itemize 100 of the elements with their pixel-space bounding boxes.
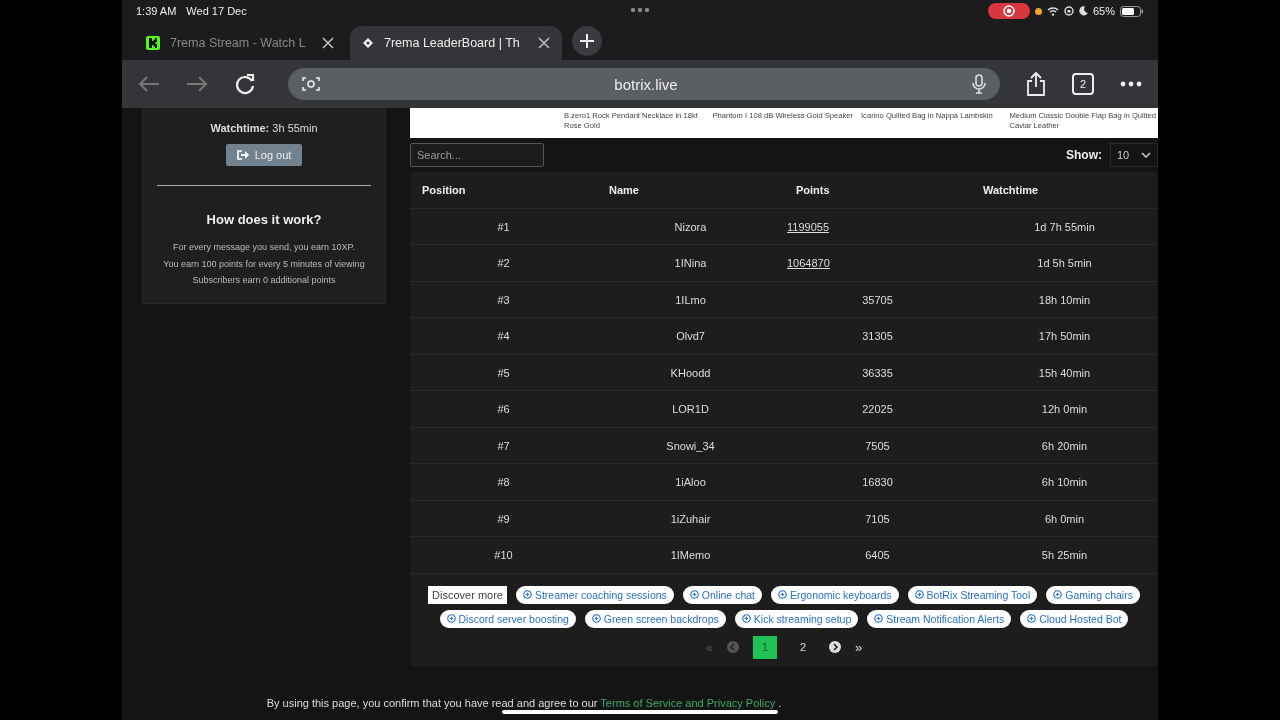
sign-out-icon [236, 150, 249, 160]
table-cell-text: 5h 25min [1040, 549, 1089, 561]
topic-chip[interactable]: Ergonomic keyboards [771, 585, 899, 604]
table-cell: 36335 [862, 366, 893, 379]
moon-icon [1078, 6, 1088, 16]
table-cell-text: #3 [496, 293, 511, 306]
last-page-button[interactable]: » [855, 639, 863, 655]
table-cell: 22025 [862, 403, 893, 415]
discover-more-label: Discover more [428, 585, 507, 604]
table-cell-text: 6h 0min [1043, 512, 1086, 525]
tab-title: 7rema LeaderBoard | Th [384, 36, 521, 50]
orientation-lock-icon [1063, 6, 1074, 16]
table-cell-text: #4 [496, 330, 511, 342]
chevron-down-icon [1141, 152, 1151, 159]
table-cell-text: 1INina [673, 257, 708, 269]
site-favicon-icon [362, 37, 374, 49]
plus-circle-icon [1027, 614, 1037, 624]
logout-button[interactable]: Log out [225, 144, 303, 166]
plus-circle-icon [741, 614, 751, 624]
plus-circle-icon [778, 590, 787, 600]
plus-circle-icon [446, 614, 456, 624]
reload-icon[interactable] [234, 73, 256, 95]
column-header: Position [421, 184, 467, 196]
table-cell-text: LOR1D [671, 403, 710, 415]
back-icon[interactable] [138, 75, 160, 93]
topic-chip[interactable]: Online chat [682, 585, 762, 604]
table-cell: 35705 [862, 293, 893, 306]
page-size-select[interactable]: 10 [1110, 143, 1158, 168]
plus-circle-icon [914, 590, 924, 600]
topic-chip[interactable]: Cloud Hosted Bot [1020, 609, 1129, 628]
table-cell-text: Olvd7 [675, 330, 706, 342]
browser-tab[interactable]: 7rema Stream - Watch L [134, 26, 346, 60]
next-page-icon[interactable] [829, 641, 841, 654]
table-cell-text: 18h 10min [1037, 293, 1092, 306]
topic-chip[interactable]: Green screen backdrops [584, 609, 726, 628]
table-cell-text: #1 [496, 220, 511, 233]
close-tab-icon[interactable] [538, 37, 550, 49]
consent-text: By using this page, you confirm that you have read and agree to our Terms of Service and Privacy Policy . [266, 696, 782, 709]
points-link[interactable]: 1064870 [787, 257, 830, 269]
table-cell-text: 12h 0min [1040, 403, 1089, 415]
table-cell: 16830 [862, 476, 893, 488]
topic-chip[interactable]: BotRix Streaming Tool [907, 585, 1038, 604]
table-cell-text: #6 [496, 403, 511, 415]
table-cell-text: 6h 20min [1040, 439, 1089, 452]
table-cell-text: Nizora [673, 220, 708, 233]
table-cell-text: 1iZuhair [669, 512, 712, 525]
browser-tab[interactable]: 7rema LeaderBoard | Th [350, 26, 562, 60]
close-tab-icon[interactable] [322, 37, 334, 49]
indicator-dot-icon [1034, 7, 1042, 15]
points-link[interactable]: 1199055 [787, 220, 829, 233]
search-field[interactable]: Search... [410, 143, 544, 168]
table-cell-text: #8 [496, 476, 511, 488]
topic-chip[interactable]: Stream Notification Alerts [867, 609, 1012, 628]
plus-circle-icon [874, 614, 884, 624]
topic-chip[interactable]: Discord server boosting [439, 609, 576, 628]
table-cell-text: 17h 50min [1037, 330, 1092, 342]
table-cell: 7505 [865, 439, 890, 452]
microphone-icon[interactable] [972, 74, 986, 94]
table-cell-text: KHoodd [669, 366, 712, 379]
multitask-dots-icon [630, 7, 650, 13]
forward-icon[interactable] [186, 75, 208, 93]
table-cell-text: 1iAloo [674, 476, 707, 488]
page-button[interactable]: 2 [791, 635, 815, 659]
new-tab-icon[interactable] [572, 26, 602, 56]
share-icon[interactable] [1026, 72, 1046, 96]
tab-title: 7rema Stream - Watch L [170, 36, 307, 50]
topic-chip[interactable]: Gaming chairs [1046, 585, 1140, 604]
column-header: Name [608, 184, 640, 196]
plus-circle-icon [689, 590, 699, 600]
status-date: Wed 17 Dec [186, 5, 247, 17]
more-icon[interactable] [1120, 81, 1142, 87]
terms-link[interactable]: Terms of Service and Privacy Policy [600, 696, 776, 709]
page-button[interactable]: 1 [753, 635, 777, 659]
column-header: Watchtime [982, 184, 1040, 196]
table-cell-text: 1ILmo [674, 293, 707, 306]
status-time: 1:39 AM [136, 5, 177, 17]
show-label: Show: [1066, 148, 1102, 163]
table-cell-text: 6h 10min [1040, 476, 1089, 488]
table-cell-text: 1IMemo [669, 549, 712, 561]
info-text: For every message you send, you earn 10XP. [173, 241, 355, 254]
address-bar[interactable]: botrix.live [288, 68, 1000, 100]
lens-icon[interactable] [302, 76, 320, 92]
battery-icon [1120, 5, 1144, 17]
table-cell-text: 1d 7h 55min [1033, 220, 1096, 233]
table-cell: 7105 [865, 512, 890, 525]
table-cell-text: #9 [496, 512, 511, 525]
wifi-icon [1046, 6, 1059, 16]
section-heading: How does it work? [206, 212, 322, 227]
topic-chip[interactable]: Streamer coaching sessions [515, 585, 674, 604]
table-cell-text: 1d 5h 5min [1036, 257, 1093, 269]
tab-count-button[interactable]: 2 [1072, 73, 1094, 95]
table-cell-text: #2 [496, 257, 511, 269]
topic-chip[interactable]: Kick streaming setup [734, 609, 859, 628]
table-cell: 6405 [865, 549, 890, 561]
kick-logo-icon [146, 36, 160, 50]
table-cell-text: #5 [496, 366, 511, 379]
table-cell-text: #7 [496, 439, 511, 452]
battery-percent: 65% [1092, 5, 1115, 17]
table-cell-text: 15h 40min [1037, 366, 1092, 379]
info-text: You earn 100 points for every 5 minutes of viewing [163, 257, 365, 271]
